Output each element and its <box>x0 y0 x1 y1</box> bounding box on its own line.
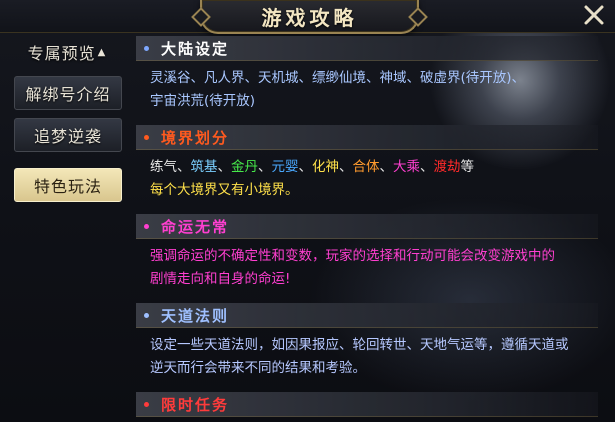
realm-text: 筑基 <box>190 159 218 175</box>
realm-text: 合体 <box>352 159 380 175</box>
sidebar-item-unbind-intro[interactable]: 解绑号介绍 <box>14 76 122 110</box>
realm-text: 、 <box>298 159 313 175</box>
guide-content: 大陆设定 灵溪谷、凡人界、天机城、缥缈仙境、神域、破虚界(待开放)、 宇宙洪荒(… <box>136 36 598 422</box>
section-realms: 境界划分 练气、筑基、金丹、元婴、化神、合体、大乘、渡劫等 每个大境界又有小境界… <box>136 125 598 208</box>
realm-text: 金丹 <box>231 159 258 175</box>
section-text: 逆天而行会带来不同的结果和考验。 <box>150 360 366 376</box>
sidebar-item-label: 解绑号介绍 <box>25 85 111 104</box>
section-fate: 命运无常 强调命运的不确定性和变数，玩家的选择和行动可能会改变游戏中的 剧情走向… <box>136 214 598 297</box>
section-header: 天道法则 <box>136 303 598 328</box>
section-text: 设定一些天道法则，如因果报应、轮回转世、天地气运等，遵循天道或 <box>150 337 569 353</box>
realm-text: 练气、 <box>150 159 191 175</box>
title-plate: 游戏攻略 <box>200 0 419 34</box>
realm-text: 等 <box>460 159 475 175</box>
sidebar-item-exclusive-preview[interactable]: 专属预览 ▲ <box>14 36 120 68</box>
section-title: 命运无常 <box>161 217 230 236</box>
section-header: 大陆设定 <box>136 36 598 61</box>
realm-text: 大乘 <box>393 159 420 175</box>
realm-text: 、 <box>339 159 353 175</box>
section-heaven-law: 天道法则 设定一些天道法则，如因果报应、轮回转世、天地气运等，遵循天道或 逆天而… <box>136 303 598 386</box>
section-header: 限时任务 <box>136 392 598 417</box>
section-title: 限时任务 <box>161 395 230 414</box>
sidebar-item-label: 特色玩法 <box>33 177 102 196</box>
section-title: 境界划分 <box>161 128 230 147</box>
realm-text: 化神 <box>312 159 339 175</box>
realm-text: 渡劫 <box>433 159 461 175</box>
bullet-dot-icon <box>144 401 149 407</box>
section-note: 每个大境界又有小境界。 <box>150 182 299 198</box>
section-text: 剧情走向和自身的命运! <box>150 271 291 287</box>
bullet-dot-icon <box>144 134 149 140</box>
section-header: 命运无常 <box>136 214 598 239</box>
sidebar-item-label: 专属预览 <box>27 44 96 63</box>
section-header: 境界划分 <box>136 125 598 150</box>
section-title: 天道法则 <box>161 306 230 325</box>
bullet-dot-icon <box>144 45 149 51</box>
section-continent: 大陆设定 灵溪谷、凡人界、天机城、缥缈仙境、神域、破虚界(待开放)、 宇宙洪荒(… <box>136 36 598 119</box>
realm-text: 、 <box>420 159 434 175</box>
bullet-dot-icon <box>144 223 149 229</box>
window-title: 游戏攻略 <box>261 5 358 30</box>
sidebar-item-dream-counterattack[interactable]: 追梦逆袭 <box>14 118 122 152</box>
sidebar: 专属预览 ▲ 解绑号介绍 追梦逆袭 特色玩法 <box>10 36 128 210</box>
bullet-dot-icon <box>144 312 149 318</box>
realm-list: 练气、筑基、金丹、元婴、化神、合体、大乘、渡劫等 <box>150 156 586 179</box>
section-title: 大陆设定 <box>161 39 230 58</box>
sidebar-item-featured-gameplay[interactable]: 特色玩法 <box>14 168 122 202</box>
close-icon[interactable] <box>581 2 607 28</box>
realm-text: 、 <box>379 159 394 175</box>
realm-text: 、 <box>217 159 232 175</box>
section-text: 灵溪谷、凡人界、天机城、缥缈仙境、神域、破虚界(待开放)、 <box>150 70 526 86</box>
sidebar-item-label: 追梦逆袭 <box>33 127 102 146</box>
section-timed-quests: 限时任务 <box>136 392 598 417</box>
section-text: 宇宙洪荒(待开放) <box>150 93 256 109</box>
section-text: 强调命运的不确定性和变数，玩家的选择和行动可能会改变游戏中的 <box>150 248 555 264</box>
realm-text: 、 <box>258 159 272 175</box>
collapse-up-icon: ▲ <box>97 46 107 58</box>
realm-text: 元婴 <box>271 159 299 175</box>
game-guide-window: 游戏攻略 专属预览 ▲ 解绑号介绍 追梦逆袭 特色玩法 大陆设定 灵溪谷、凡人界… <box>0 0 615 422</box>
